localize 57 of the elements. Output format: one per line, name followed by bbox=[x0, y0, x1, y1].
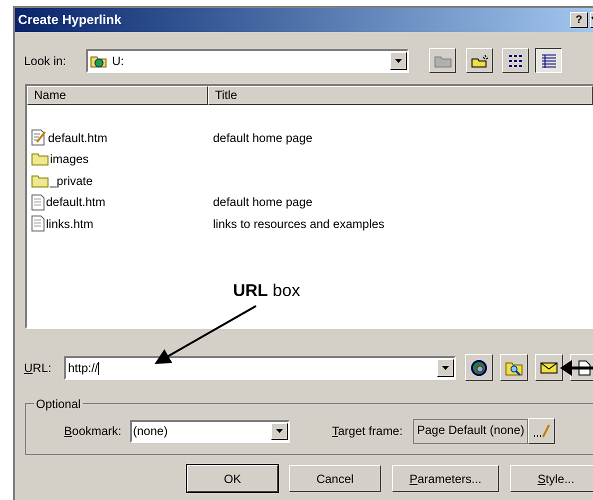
bookmark-value: (none) bbox=[133, 423, 169, 440]
email-button[interactable] bbox=[535, 354, 563, 381]
bookmark-dropdown[interactable]: (none) bbox=[130, 420, 290, 442]
pencil-icon bbox=[532, 424, 551, 438]
folder-search-icon bbox=[505, 360, 523, 376]
look-in-value: U: bbox=[112, 52, 125, 70]
dialog-button[interactable]: Cancel bbox=[289, 465, 381, 492]
annotation-label: URL box bbox=[233, 280, 300, 302]
page-icon bbox=[31, 194, 45, 211]
details-view-icon bbox=[540, 54, 556, 68]
pointer-arrow bbox=[560, 360, 593, 376]
dialog-button[interactable]: Style... bbox=[510, 465, 593, 492]
dropdown-arrow-icon bbox=[442, 366, 449, 370]
dropdown-arrow-button[interactable] bbox=[390, 52, 407, 70]
list-view-icon bbox=[508, 54, 524, 68]
column-header[interactable]: Name bbox=[27, 86, 208, 105]
dialog-button[interactable]: Parameters... bbox=[392, 465, 499, 492]
url-label: URL: bbox=[24, 360, 52, 376]
look-in-label: Look in: bbox=[24, 52, 68, 70]
file-name[interactable]: images bbox=[50, 150, 89, 168]
help-button[interactable]: ? bbox=[570, 12, 588, 28]
file-title: links to resources and examples bbox=[212, 216, 384, 233]
new-folder-button[interactable] bbox=[466, 48, 493, 73]
web-browse-button[interactable] bbox=[465, 354, 493, 381]
dropdown-arrow-button[interactable] bbox=[437, 358, 454, 376]
bookmark-label: Bookmark: bbox=[64, 423, 122, 440]
folder-icon bbox=[31, 152, 49, 166]
column-header[interactable]: Title bbox=[208, 86, 593, 105]
dropdown-arrow-icon bbox=[395, 58, 402, 62]
globe-icon bbox=[470, 358, 488, 376]
window-title: Create Hyperlink bbox=[18, 11, 122, 30]
page-icon bbox=[31, 215, 45, 232]
dialog-button[interactable]: OK bbox=[187, 465, 278, 492]
browse-file-button[interactable] bbox=[500, 354, 528, 381]
look-in-dropdown[interactable]: U: bbox=[86, 48, 409, 72]
file-name[interactable]: links.htm bbox=[46, 214, 94, 233]
dropdown-arrow-icon bbox=[276, 429, 283, 433]
file-title: default home page bbox=[212, 194, 312, 212]
file-name[interactable]: _private bbox=[50, 172, 93, 190]
edited-page-icon bbox=[31, 129, 47, 146]
list-view-button[interactable] bbox=[502, 48, 529, 73]
target-frame-field: Page Default (none) bbox=[413, 418, 528, 444]
folder-icon bbox=[31, 174, 49, 188]
folder-icon bbox=[434, 54, 452, 68]
file-name[interactable]: default.htm bbox=[48, 128, 108, 147]
target-frame-label: Target frame: bbox=[332, 423, 404, 440]
url-value: http:// bbox=[68, 360, 100, 376]
edit-target-button[interactable] bbox=[528, 418, 556, 444]
dropdown-arrow-button[interactable] bbox=[271, 422, 288, 440]
file-title: default home page bbox=[212, 130, 312, 147]
url-field[interactable]: http:// bbox=[64, 356, 456, 380]
network-drive-icon bbox=[90, 54, 108, 68]
up-folder-button[interactable] bbox=[429, 48, 456, 73]
envelope-icon bbox=[540, 362, 558, 374]
details-view-button[interactable] bbox=[535, 48, 562, 73]
new-folder-icon bbox=[470, 54, 488, 68]
file-name[interactable]: default.htm bbox=[46, 193, 106, 212]
